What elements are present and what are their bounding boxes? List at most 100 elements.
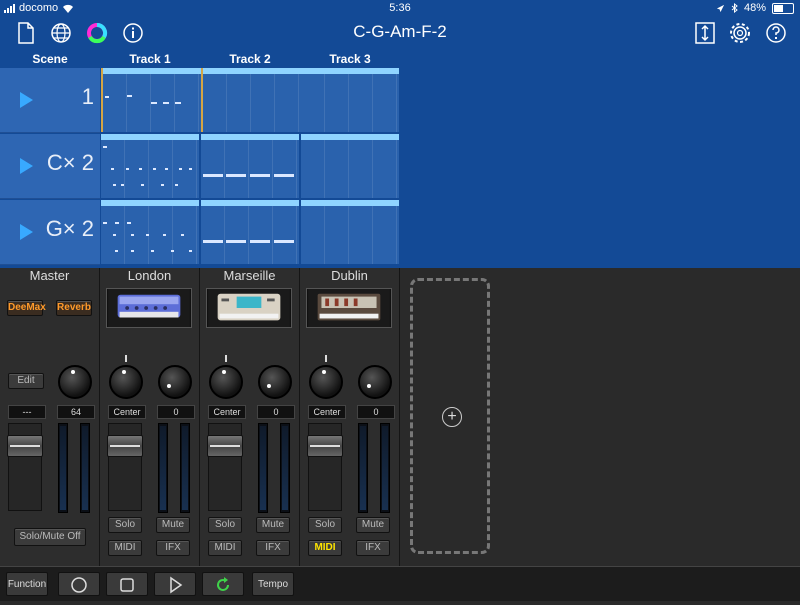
- track-header-1[interactable]: Track 1: [100, 52, 200, 66]
- plus-icon[interactable]: +: [442, 407, 462, 427]
- color-wheel-icon[interactable]: [84, 20, 110, 46]
- clip[interactable]: [301, 68, 399, 132]
- strip-name[interactable]: Dublin: [300, 268, 399, 286]
- clip[interactable]: [101, 200, 199, 264]
- master-volume-value: 64: [57, 405, 95, 419]
- fader-cap[interactable]: [307, 435, 343, 457]
- midi-button[interactable]: MIDI: [208, 540, 242, 556]
- clip[interactable]: [301, 134, 399, 198]
- reverb-fx-button[interactable]: Reverb: [56, 300, 92, 316]
- clip[interactable]: [101, 68, 201, 132]
- fx-send-value: 0: [157, 405, 195, 419]
- clip[interactable]: [201, 200, 299, 264]
- scene-row-2[interactable]: C× 2: [0, 134, 100, 199]
- help-icon[interactable]: [763, 20, 789, 46]
- play-icon[interactable]: [20, 92, 33, 108]
- mute-button[interactable]: Mute: [156, 517, 190, 533]
- fx-send-value: 0: [257, 405, 295, 419]
- channel-strip-london: London Center 0 Solo Mute MIDI IFX: [100, 268, 200, 566]
- function-button[interactable]: Function: [6, 572, 48, 596]
- solo-button[interactable]: Solo: [308, 517, 342, 533]
- scene-label: C× 2: [46, 150, 94, 175]
- gear-icon[interactable]: [727, 20, 753, 46]
- song-title[interactable]: C-G-Am-F-2: [300, 22, 500, 42]
- play-icon[interactable]: [20, 224, 33, 240]
- deemax-fx-button[interactable]: DeeMax: [7, 300, 46, 316]
- pan-value: Center: [308, 405, 346, 419]
- record-icon: [71, 577, 87, 593]
- clip[interactable]: [201, 134, 299, 198]
- solo-mute-off-button[interactable]: Solo/Mute Off: [14, 528, 86, 546]
- mute-button[interactable]: Mute: [356, 517, 390, 533]
- fx-send-knob[interactable]: [358, 365, 392, 399]
- record-button[interactable]: [58, 572, 100, 596]
- level-meter: [80, 423, 90, 513]
- clip[interactable]: [101, 134, 199, 198]
- battery-percent: 48%: [743, 2, 766, 14]
- scene-column-header: Scene: [32, 52, 68, 66]
- play-icon[interactable]: [20, 158, 33, 174]
- pan-value: Center: [108, 405, 146, 419]
- fx-send-knob[interactable]: [158, 365, 192, 399]
- resize-icon[interactable]: [692, 20, 718, 46]
- channel-strip-dublin: Dublin Center 0 Solo Mute MIDI IFX: [300, 268, 400, 566]
- synth-thumbnail[interactable]: [306, 288, 392, 328]
- level-meter: [180, 423, 190, 513]
- track-header-2[interactable]: Track 2: [200, 52, 300, 66]
- master-pan-value: ---: [8, 405, 46, 419]
- master-strip: Master DeeMax Reverb Edit --- 64 Solo/Mu…: [0, 268, 100, 566]
- midi-button-active[interactable]: MIDI: [308, 540, 342, 556]
- bluetooth-icon: [731, 3, 738, 13]
- pan-knob[interactable]: [309, 365, 343, 399]
- fader-cap[interactable]: [107, 435, 143, 457]
- level-meter: [380, 423, 390, 513]
- document-icon[interactable]: [12, 20, 38, 46]
- stop-button[interactable]: [106, 572, 148, 596]
- ifx-button[interactable]: IFX: [356, 540, 390, 556]
- master-fader-cap[interactable]: [7, 435, 43, 457]
- master-volume-knob[interactable]: [58, 365, 92, 399]
- edit-button[interactable]: Edit: [8, 373, 44, 389]
- level-meter: [58, 423, 68, 513]
- column-headers: Scene Track 1 Track 2 Track 3: [0, 50, 400, 68]
- synth-thumbnail[interactable]: [106, 288, 192, 328]
- status-bar: docomo 5:36 48%: [0, 0, 800, 16]
- scene-label: 1: [81, 84, 94, 109]
- strip-name[interactable]: London: [100, 268, 199, 286]
- globe-icon[interactable]: [48, 20, 74, 46]
- ifx-button[interactable]: IFX: [156, 540, 190, 556]
- status-time: 5:36: [389, 2, 411, 14]
- loop-button[interactable]: [202, 572, 244, 596]
- play-icon: [170, 576, 183, 594]
- pan-knob[interactable]: [209, 365, 243, 399]
- song-area: docomo 5:36 48% C-G-Am-F-2 Scene Track 1…: [0, 0, 800, 268]
- track-header-3[interactable]: Track 3: [300, 52, 400, 66]
- solo-button[interactable]: Solo: [108, 517, 142, 533]
- level-meter: [258, 423, 268, 513]
- channel-strip-marseille: Marseille Center 0 Solo Mute MIDI IFX: [200, 268, 300, 566]
- info-icon[interactable]: [120, 20, 146, 46]
- clip[interactable]: [201, 68, 301, 132]
- clip[interactable]: [301, 200, 399, 264]
- level-meter: [280, 423, 290, 513]
- synth-thumbnail[interactable]: [206, 288, 292, 328]
- solo-button[interactable]: Solo: [208, 517, 242, 533]
- scene-row-1[interactable]: 1: [0, 68, 100, 133]
- midi-button[interactable]: MIDI: [108, 540, 142, 556]
- refresh-icon: [217, 577, 229, 591]
- pan-value: Center: [208, 405, 246, 419]
- mute-button[interactable]: Mute: [256, 517, 290, 533]
- play-button[interactable]: [154, 572, 196, 596]
- fx-send-knob[interactable]: [258, 365, 292, 399]
- add-track-slot[interactable]: +: [410, 278, 490, 554]
- fader-cap[interactable]: [207, 435, 243, 457]
- ifx-button[interactable]: IFX: [256, 540, 290, 556]
- strip-name: Master: [29, 268, 70, 283]
- scene-label: G× 2: [45, 216, 94, 241]
- pan-knob[interactable]: [109, 365, 143, 399]
- strip-name[interactable]: Marseille: [200, 268, 299, 286]
- battery-icon: [772, 2, 794, 14]
- scene-row-3[interactable]: G× 2: [0, 200, 100, 265]
- tempo-button[interactable]: Tempo: [252, 572, 294, 596]
- nav-bar: C-G-Am-F-2: [0, 16, 800, 50]
